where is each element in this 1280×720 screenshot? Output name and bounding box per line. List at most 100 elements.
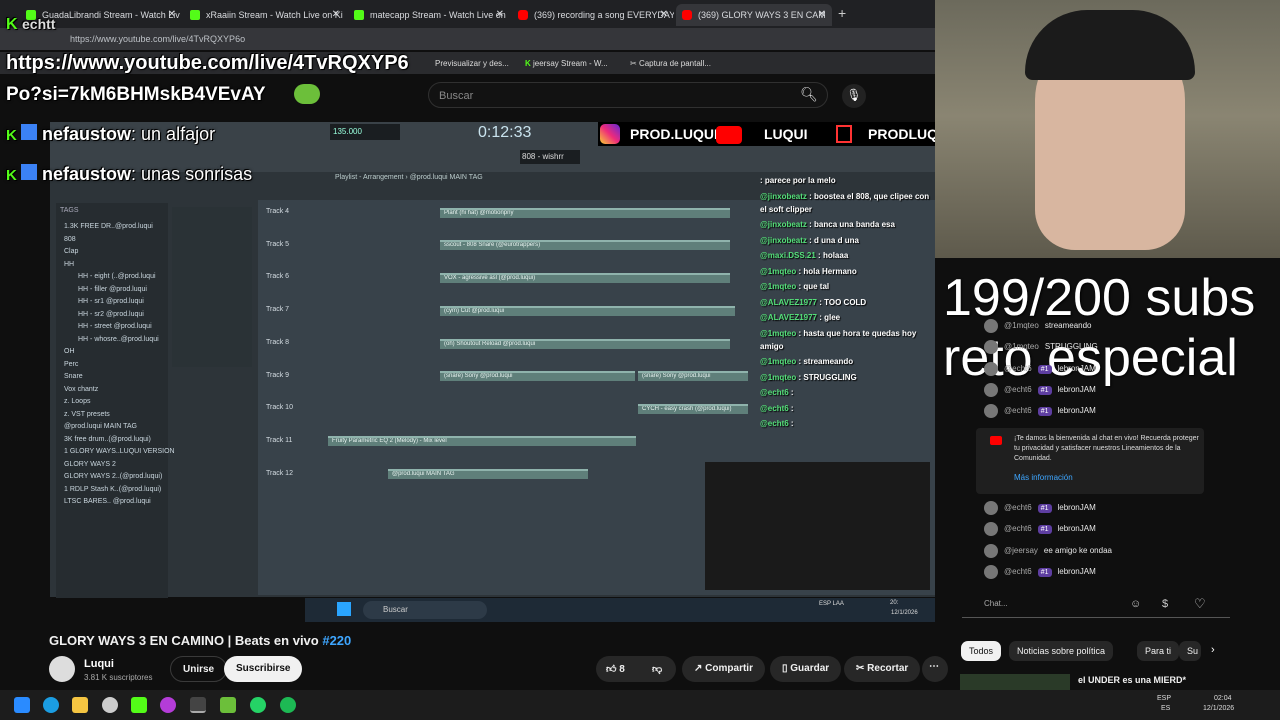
- search-input[interactable]: Buscar: [428, 82, 828, 108]
- windows-start-icon[interactable]: [14, 697, 30, 713]
- chat-input[interactable]: Chat... ☺ $ ♡: [962, 590, 1230, 618]
- folder-icon[interactable]: [72, 697, 88, 713]
- browser-item[interactable]: Vox chantz: [64, 386, 98, 393]
- browser-item[interactable]: HH - sr2 @prod.luqui: [78, 311, 144, 318]
- next-video-title[interactable]: el UNDER es una MIERD*: [1078, 675, 1186, 685]
- close-icon[interactable]: ✕: [818, 9, 826, 20]
- playlist-clip[interactable]: VOX - agressive asl (@prod.luqui): [440, 273, 730, 283]
- browser-item[interactable]: z. VST presets: [64, 411, 110, 418]
- playlist-clip[interactable]: sscout - 808 Snare (@eurotrappers): [440, 240, 730, 250]
- browser-item[interactable]: Perc: [64, 361, 78, 368]
- browser-item[interactable]: Clap: [64, 248, 78, 255]
- browser-item[interactable]: z. Loops: [64, 398, 90, 405]
- playlist-clip[interactable]: Plant (hi hat) @motionpny: [440, 208, 730, 218]
- close-icon[interactable]: ✕: [660, 9, 668, 20]
- browser-item[interactable]: HH - street @prod.luqui: [78, 323, 152, 330]
- save-button[interactable]: ▯ Guardar: [770, 656, 842, 682]
- thumbs-down-icon[interactable]: 👎︎: [652, 663, 662, 675]
- chat-author[interactable]: @echt6: [1004, 364, 1032, 373]
- avatar[interactable]: [984, 564, 998, 579]
- avatar[interactable]: [984, 382, 998, 397]
- emoji-icon[interactable]: ☺: [1130, 598, 1141, 610]
- playlist-clip[interactable]: @prod.luqui MAIN TAG: [388, 469, 588, 479]
- chat-author[interactable]: @echt6: [1004, 524, 1032, 533]
- browser-item[interactable]: GLORY WAYS 2: [64, 461, 116, 468]
- super-chat-icon[interactable]: $: [1162, 598, 1168, 610]
- track-header[interactable]: Track 8: [258, 339, 320, 346]
- browser-item[interactable]: HH - filler @prod.luqui: [78, 286, 147, 293]
- avatar[interactable]: [984, 361, 998, 376]
- browser-tab-active[interactable]: (369) GLORY WAYS 3 EN CAM ✕: [676, 4, 832, 26]
- chip-for-you[interactable]: Para ti: [1137, 641, 1180, 661]
- avatar[interactable]: [984, 501, 998, 515]
- app-icon[interactable]: [160, 697, 176, 713]
- pattern-selector[interactable]: 808 - wishrr: [520, 150, 580, 164]
- avatar[interactable]: [984, 543, 998, 558]
- chat-message[interactable]: @echt6 #1 lebronJAM: [984, 361, 1096, 376]
- playlist-clip[interactable]: (oh) Shoutout Reload @prod.luqui: [440, 339, 730, 349]
- tempo-display[interactable]: 135.000: [330, 124, 400, 140]
- whatsapp-icon[interactable]: [250, 697, 266, 713]
- chat-author[interactable]: @echt6: [1004, 503, 1032, 512]
- search-icon[interactable]: 🔍︎: [790, 82, 828, 108]
- browser-item[interactable]: HH - whosre..@prod.luqui: [78, 336, 159, 343]
- browser-item[interactable]: HH - eight (..@prod.luqui: [78, 273, 156, 280]
- bookmark-item[interactable]: K jeersay Stream - W...: [525, 59, 608, 68]
- close-icon[interactable]: ✕: [332, 9, 340, 20]
- browser-item[interactable]: GLORY WAYS 2..(@prod.luqui): [64, 473, 162, 480]
- chat-message[interactable]: @1mqteo streameando: [984, 319, 1092, 333]
- chat-message[interactable]: @1mqteo STRUGGLING: [984, 340, 1098, 355]
- track-header[interactable]: Track 7: [258, 306, 320, 313]
- browser-item[interactable]: @prod.luqui MAIN TAG: [64, 423, 137, 430]
- avatar[interactable]: [984, 319, 998, 333]
- playlist-clip[interactable]: Fruity Parametric EQ 2 (Melody) - Mix le…: [328, 436, 636, 446]
- chat-message[interactable]: @echt6 #1 lebronJAM: [984, 382, 1096, 397]
- share-button[interactable]: ↗ Compartir: [682, 656, 765, 682]
- track-header[interactable]: Track 4: [258, 208, 320, 215]
- playlist-clip[interactable]: CYCH - easy crash (@prod.luqui): [638, 404, 748, 414]
- chat-message[interactable]: @echt6 #1 lebronJAM: [984, 501, 1096, 515]
- playlist-clip[interactable]: (cym) Cut @prod.luqui: [440, 306, 735, 316]
- learn-more-link[interactable]: Más información: [1014, 473, 1073, 482]
- hashtag-link[interactable]: #220: [322, 633, 351, 648]
- channel-avatar[interactable]: [49, 656, 75, 682]
- browser-tab[interactable]: matecapp Stream - Watch Live on ✕: [348, 4, 510, 26]
- browser-item[interactable]: Snare: [64, 373, 83, 380]
- clip-button[interactable]: ✂ Recortar: [844, 656, 921, 682]
- chat-author[interactable]: @1mqteo: [1004, 342, 1039, 351]
- heart-icon[interactable]: ♡: [1194, 596, 1206, 612]
- chevron-right-icon[interactable]: ›: [1211, 644, 1215, 656]
- thumbs-up-icon[interactable]: 👍︎: [606, 664, 616, 675]
- track-header[interactable]: Track 11: [258, 437, 320, 444]
- chat-message[interactable]: @echt6 #1 lebronJAM: [984, 522, 1096, 537]
- chip-all[interactable]: Todos: [961, 641, 1002, 661]
- bookmark-item[interactable]: Previsualizar y des...: [435, 59, 509, 68]
- chat-message[interactable]: @echt6 #1 lebronJAM: [984, 564, 1096, 579]
- browser-item[interactable]: 3K free drum..(@prod.luqui): [64, 436, 151, 443]
- chat-author[interactable]: @echt6: [1004, 385, 1032, 394]
- join-button[interactable]: Unirse: [170, 656, 228, 682]
- bookmark-item[interactable]: ✂ Captura de pantall...: [630, 59, 711, 68]
- browser-item[interactable]: 808: [64, 236, 76, 243]
- playlist-clip[interactable]: (snare) Sony @prod.luqui: [638, 371, 748, 381]
- address-bar[interactable]: https://www.youtube.com/live/4TvRQXYP6o: [0, 28, 935, 50]
- chat-author[interactable]: @echt6: [1004, 406, 1032, 415]
- obs-icon[interactable]: [190, 697, 206, 713]
- channel-name[interactable]: Luqui: [84, 658, 114, 670]
- browser-item[interactable]: 1 GLORY WAYS..LUQUI VERSION: [64, 448, 175, 455]
- browser-item[interactable]: 1 RDLP Stash K..(@prod.luqui): [64, 486, 161, 493]
- clock-time[interactable]: 02:04: [1214, 695, 1232, 702]
- playlist-clip[interactable]: (snare) Sony @prod.luqui: [440, 371, 635, 381]
- chat-author[interactable]: @jeersay: [1004, 546, 1038, 555]
- track-header[interactable]: Track 6: [258, 273, 320, 280]
- chip-politics[interactable]: Noticias sobre política: [1009, 641, 1114, 661]
- settings-icon[interactable]: [102, 697, 118, 713]
- chat-author[interactable]: @echt6: [1004, 567, 1032, 576]
- chat-message[interactable]: @echt6 #1 lebronJAM: [984, 404, 1096, 419]
- minecraft-icon[interactable]: [220, 697, 236, 713]
- track-header[interactable]: Track 9: [258, 372, 320, 379]
- browser-item[interactable]: OH: [64, 348, 75, 355]
- subscribe-button[interactable]: Suscribirse: [224, 656, 303, 682]
- browser-tab[interactable]: (369) recording a song EVERYDAY ✕: [512, 4, 674, 26]
- language-indicator[interactable]: ESP: [1157, 695, 1171, 702]
